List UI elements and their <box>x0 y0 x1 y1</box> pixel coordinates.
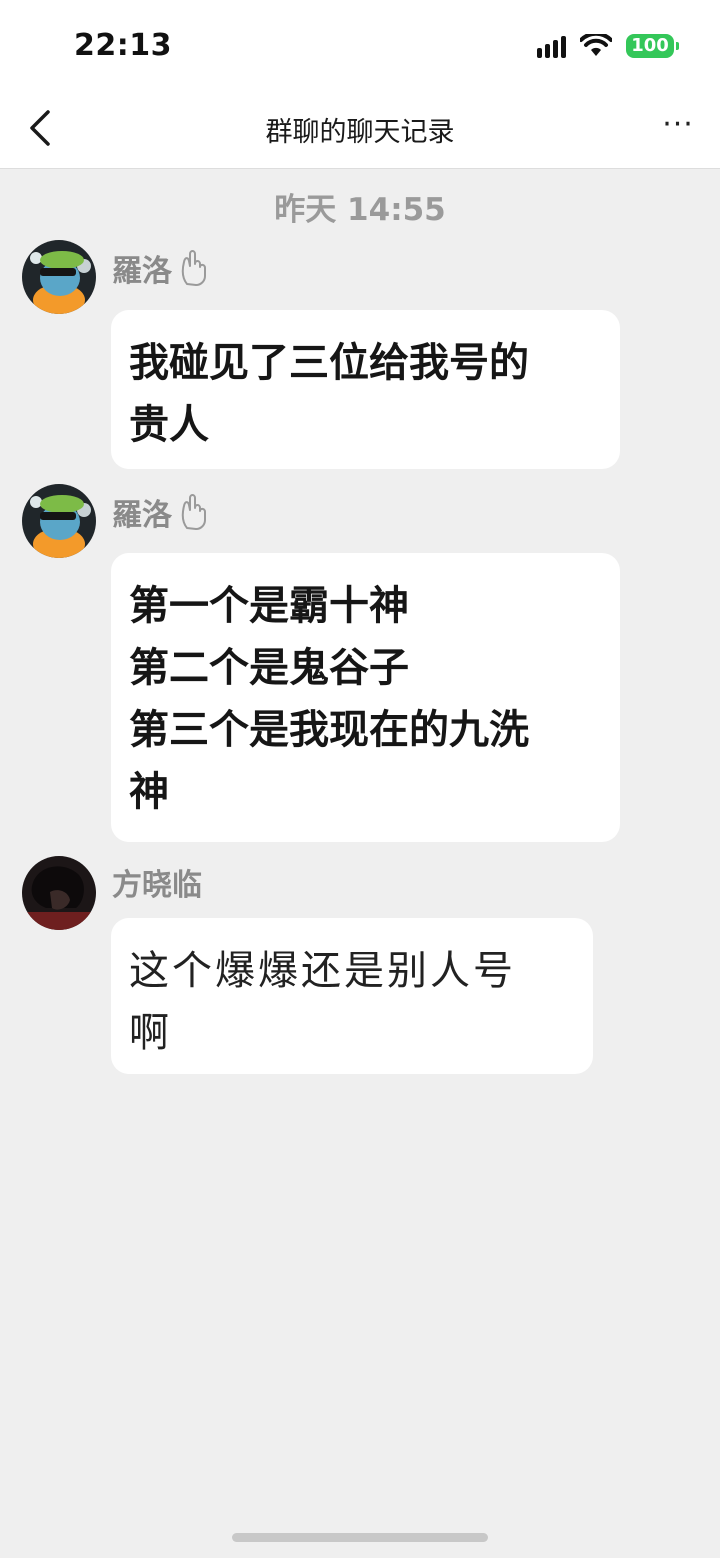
hand-icon <box>181 494 206 530</box>
status-time: 22:13 <box>74 28 172 63</box>
home-indicator[interactable] <box>232 1533 488 1542</box>
avatar-image <box>22 484 96 558</box>
more-options-button[interactable]: ··· <box>656 110 700 142</box>
message-bubble[interactable]: 我碰见了三位给我号的 贵人 <box>111 310 620 469</box>
message-timestamp: 昨天 14:55 <box>274 192 446 228</box>
message-bubble[interactable]: 第一个是霸十神 第二个是鬼谷子 第三个是我现在的九洗 神 <box>111 553 620 842</box>
status-icons: 100 <box>537 34 679 58</box>
message-bubble[interactable]: 这个爆爆还是别人号 啊 <box>111 918 593 1074</box>
wifi-icon <box>580 34 612 56</box>
page-title: 群聊的聊天记录 <box>265 117 455 148</box>
avatar-image <box>22 856 96 930</box>
hand-icon <box>181 250 206 286</box>
sender-name: 羅洛 <box>112 246 212 290</box>
status-bar: 22:13 100 <box>0 0 720 90</box>
nav-bar: 群聊的聊天记录 ··· <box>0 90 720 169</box>
cellular-signal-icon <box>537 34 566 58</box>
avatar[interactable] <box>22 240 96 314</box>
avatar[interactable] <box>22 484 96 558</box>
sender-name: 方晓临 <box>112 868 202 903</box>
sender-name: 羅洛 <box>112 490 212 534</box>
battery-indicator: 100 <box>626 34 679 58</box>
avatar-image <box>22 240 96 314</box>
avatar[interactable] <box>22 856 96 930</box>
